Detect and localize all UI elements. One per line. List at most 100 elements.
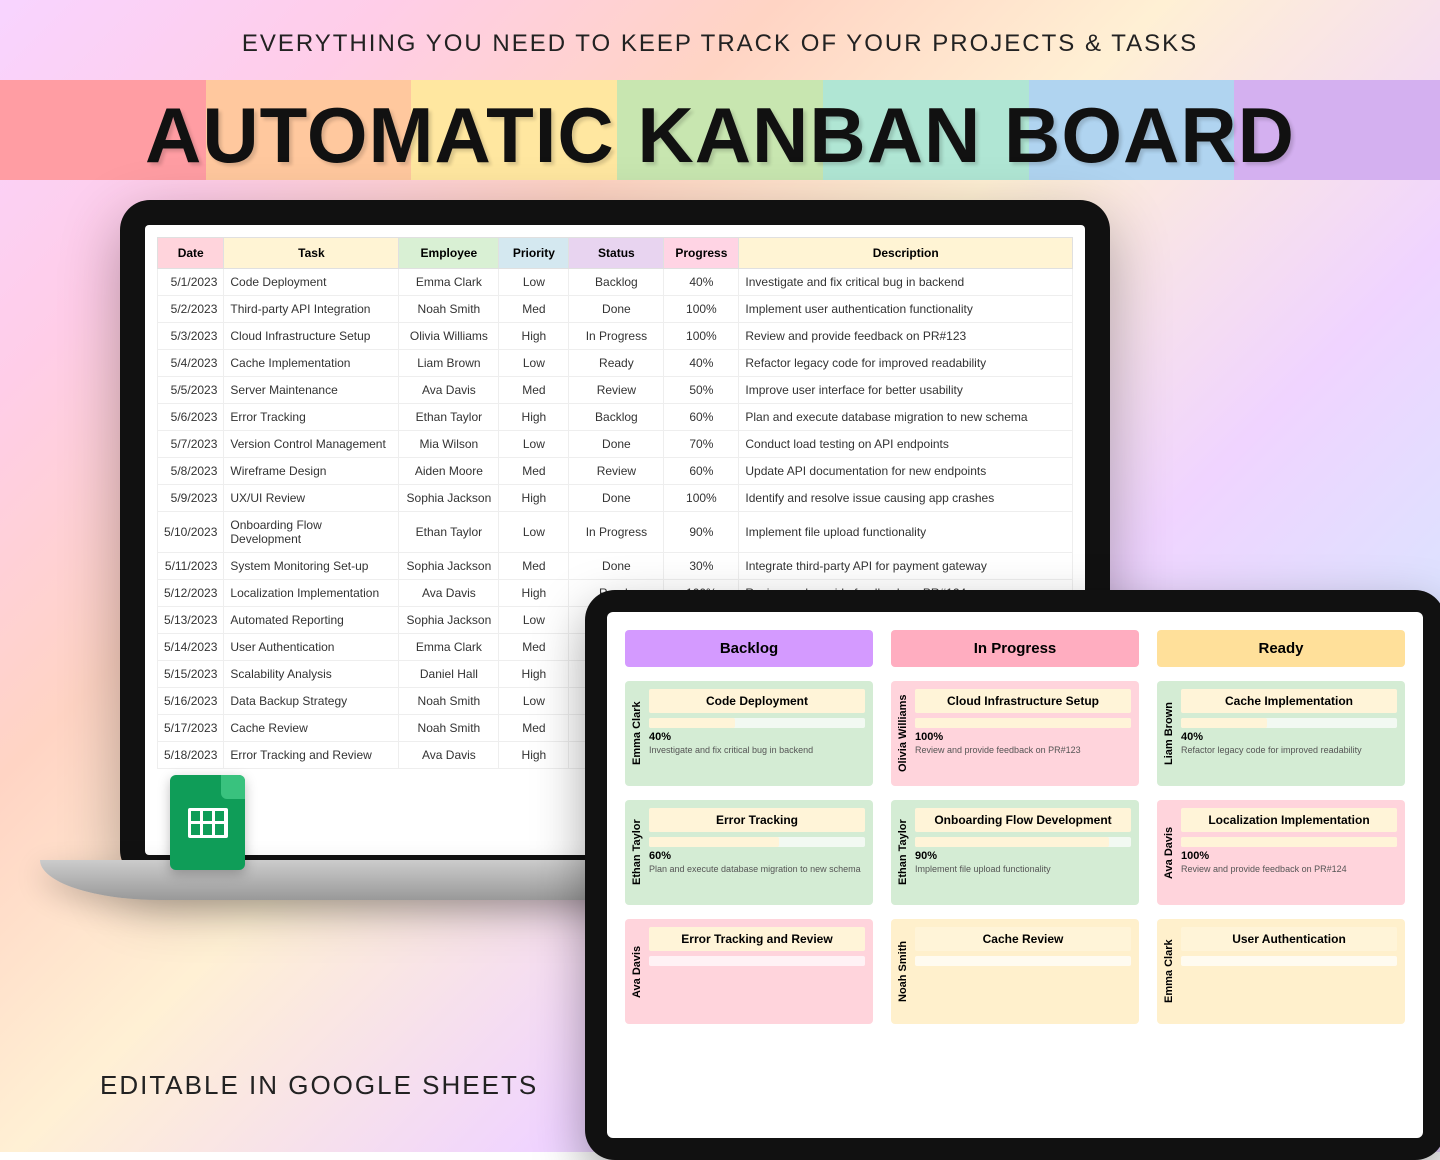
card-progress-bar	[649, 718, 865, 728]
card-owner: Noah Smith	[895, 923, 911, 1020]
cell-description: Update API documentation for new endpoin…	[739, 458, 1073, 485]
cell-priority: High	[499, 580, 569, 607]
cell-progress: 70%	[664, 431, 739, 458]
cell-task: Automated Reporting	[224, 607, 399, 634]
card-progress-bar	[1181, 956, 1397, 966]
tablet-screen: Backlog Emma ClarkCode Deployment40%Inve…	[607, 612, 1423, 1138]
cell-description: Review and provide feedback on PR#123	[739, 323, 1073, 350]
cell-employee: Ava Davis	[399, 377, 499, 404]
cell-description: Integrate third-party API for payment ga…	[739, 553, 1073, 580]
cell-progress: 30%	[664, 553, 739, 580]
cell-status: In Progress	[569, 323, 664, 350]
cell-description: Implement file upload functionality	[739, 512, 1073, 553]
card-title: Onboarding Flow Development	[915, 808, 1131, 832]
kanban-col-ready: Ready Liam BrownCache Implementation40%R…	[1157, 630, 1405, 1038]
cell-progress: 50%	[664, 377, 739, 404]
cell-description: Improve user interface for better usabil…	[739, 377, 1073, 404]
card-percent: 60%	[649, 850, 865, 862]
cell-priority: High	[499, 742, 569, 769]
col-date: Date	[158, 238, 224, 269]
cell-priority: High	[499, 404, 569, 431]
col-employee: Employee	[399, 238, 499, 269]
card-desc: Review and provide feedback on PR#123	[915, 745, 1131, 757]
cell-date: 5/15/2023	[158, 661, 224, 688]
cell-date: 5/7/2023	[158, 431, 224, 458]
cell-priority: Med	[499, 458, 569, 485]
tablet-device: Backlog Emma ClarkCode Deployment40%Inve…	[585, 590, 1440, 1160]
cell-date: 5/4/2023	[158, 350, 224, 377]
cell-status: Backlog	[569, 269, 664, 296]
table-row: 5/4/2023Cache ImplementationLiam BrownLo…	[158, 350, 1073, 377]
cell-description: Plan and execute database migration to n…	[739, 404, 1073, 431]
card-percent: 40%	[1181, 731, 1397, 743]
card-progress-bar	[649, 837, 865, 847]
card-owner: Emma Clark	[1161, 923, 1177, 1020]
kanban-head-progress: In Progress	[891, 630, 1139, 667]
cell-date: 5/14/2023	[158, 634, 224, 661]
cell-progress: 60%	[664, 458, 739, 485]
cell-priority: Med	[499, 715, 569, 742]
table-row: 5/3/2023Cloud Infrastructure SetupOlivia…	[158, 323, 1073, 350]
cell-date: 5/12/2023	[158, 580, 224, 607]
cell-priority: Low	[499, 431, 569, 458]
card-title: Code Deployment	[649, 689, 865, 713]
cell-date: 5/9/2023	[158, 485, 224, 512]
cell-employee: Daniel Hall	[399, 661, 499, 688]
cell-priority: Med	[499, 634, 569, 661]
cell-employee: Liam Brown	[399, 350, 499, 377]
cell-employee: Mia Wilson	[399, 431, 499, 458]
table-row: 5/5/2023Server MaintenanceAva DavisMedRe…	[158, 377, 1073, 404]
card-owner: Olivia Williams	[895, 685, 911, 782]
cell-priority: Low	[499, 688, 569, 715]
cell-status: Ready	[569, 350, 664, 377]
col-task: Task	[224, 238, 399, 269]
table-row: 5/10/2023Onboarding Flow DevelopmentEtha…	[158, 512, 1073, 553]
cell-task: Code Deployment	[224, 269, 399, 296]
cell-employee: Ava Davis	[399, 580, 499, 607]
cell-task: Third-party API Integration	[224, 296, 399, 323]
cell-description: Investigate and fix critical bug in back…	[739, 269, 1073, 296]
card-owner: Liam Brown	[1161, 685, 1177, 782]
card-desc: Review and provide feedback on PR#124	[1181, 864, 1397, 876]
cell-employee: Ethan Taylor	[399, 404, 499, 431]
kanban-board: Backlog Emma ClarkCode Deployment40%Inve…	[625, 630, 1405, 1038]
cell-employee: Olivia Williams	[399, 323, 499, 350]
kanban-card: Olivia WilliamsCloud Infrastructure Setu…	[891, 681, 1139, 786]
col-status: Status	[569, 238, 664, 269]
card-desc: Implement file upload functionality	[915, 864, 1131, 876]
cell-progress: 60%	[664, 404, 739, 431]
card-title: Cloud Infrastructure Setup	[915, 689, 1131, 713]
footer-text: EDITABLE IN GOOGLE SHEETS	[100, 1070, 538, 1101]
cell-date: 5/8/2023	[158, 458, 224, 485]
cell-priority: High	[499, 661, 569, 688]
cell-status: Review	[569, 458, 664, 485]
cell-task: Wireframe Design	[224, 458, 399, 485]
table-row: 5/8/2023Wireframe DesignAiden MooreMedRe…	[158, 458, 1073, 485]
cell-status: Done	[569, 431, 664, 458]
cell-task: Scalability Analysis	[224, 661, 399, 688]
card-desc: Investigate and fix critical bug in back…	[649, 745, 865, 757]
cell-employee: Aiden Moore	[399, 458, 499, 485]
cell-status: In Progress	[569, 512, 664, 553]
cell-date: 5/1/2023	[158, 269, 224, 296]
cell-priority: Low	[499, 512, 569, 553]
col-description: Description	[739, 238, 1073, 269]
cell-task: Cache Implementation	[224, 350, 399, 377]
card-owner: Emma Clark	[629, 685, 645, 782]
cell-progress: 40%	[664, 350, 739, 377]
cell-task: Onboarding Flow Development	[224, 512, 399, 553]
kanban-card: Ethan TaylorError Tracking60%Plan and ex…	[625, 800, 873, 905]
cell-employee: Ava Davis	[399, 742, 499, 769]
cell-priority: Med	[499, 296, 569, 323]
card-percent: 90%	[915, 850, 1131, 862]
cell-employee: Sophia Jackson	[399, 485, 499, 512]
table-row: 5/9/2023UX/UI ReviewSophia JacksonHighDo…	[158, 485, 1073, 512]
cell-description: Implement user authentication functional…	[739, 296, 1073, 323]
card-progress-bar	[915, 718, 1131, 728]
cell-date: 5/10/2023	[158, 512, 224, 553]
cell-progress: 100%	[664, 485, 739, 512]
kanban-col-progress: In Progress Olivia WilliamsCloud Infrast…	[891, 630, 1139, 1038]
cell-progress: 100%	[664, 323, 739, 350]
kanban-card: Emma ClarkUser Authentication	[1157, 919, 1405, 1024]
cell-date: 5/18/2023	[158, 742, 224, 769]
